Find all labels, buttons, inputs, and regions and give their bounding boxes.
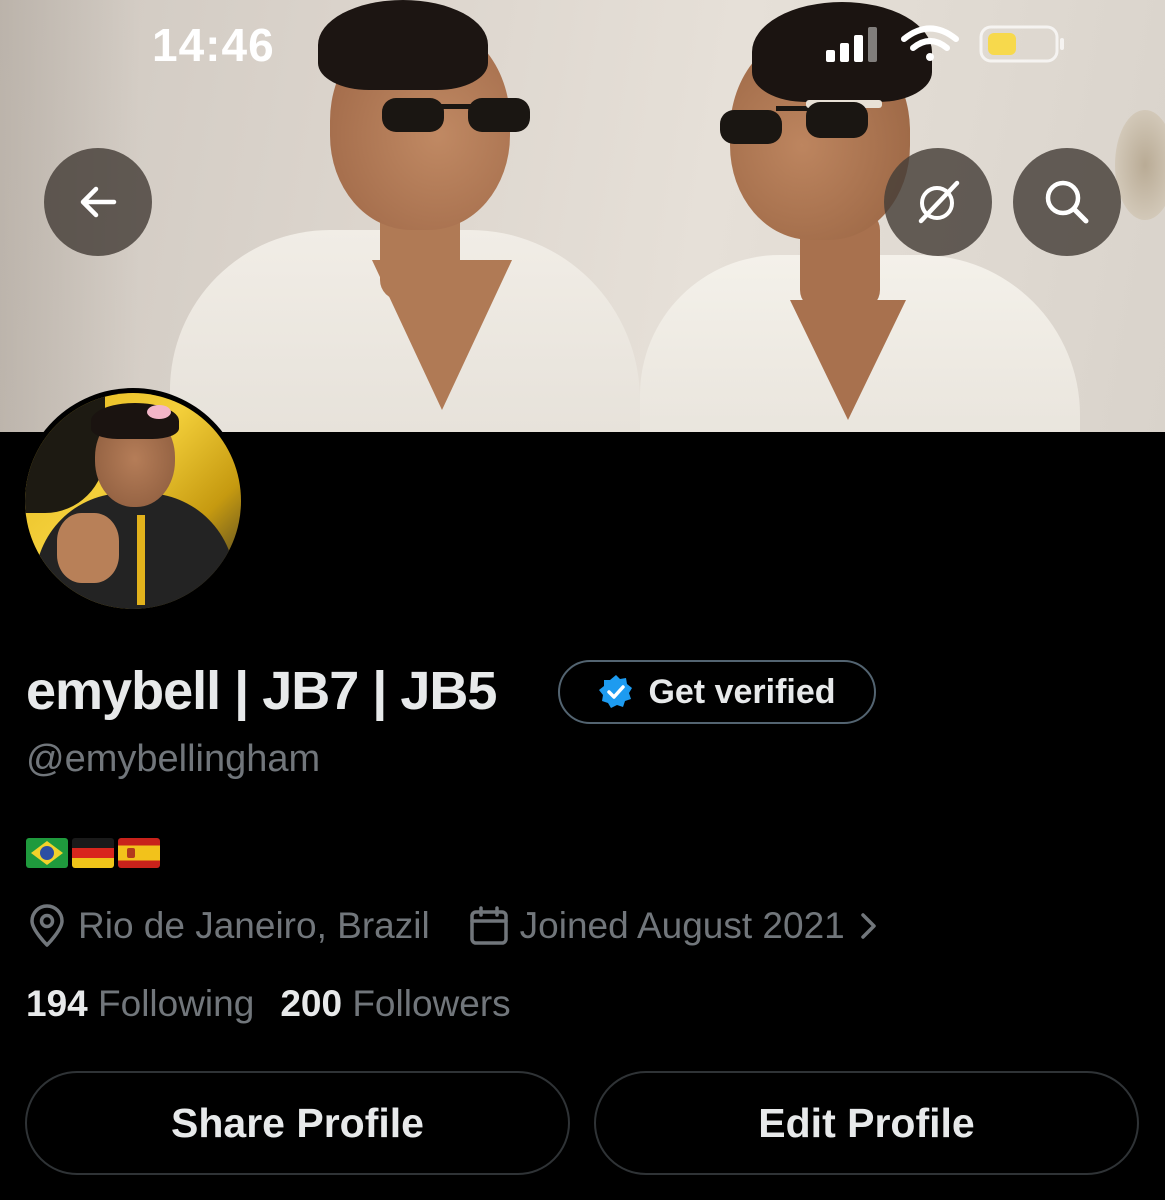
- chevron-right-icon: [860, 913, 876, 939]
- following-count: 194: [26, 983, 88, 1024]
- avatar-hair-bow: [147, 405, 171, 419]
- grok-button[interactable]: [884, 148, 992, 256]
- share-profile-button[interactable]: Share Profile: [25, 1071, 570, 1175]
- bio: [26, 838, 160, 868]
- grok-icon: [918, 180, 960, 224]
- calendar-icon: [469, 906, 508, 945]
- edit-profile-button[interactable]: Edit Profile: [594, 1071, 1139, 1175]
- following-link[interactable]: 194 Following: [26, 983, 254, 1025]
- get-verified-label: Get verified: [648, 672, 836, 711]
- avatar-bg-dark: [25, 393, 105, 513]
- followers-link[interactable]: 200 Followers: [280, 983, 510, 1025]
- following-label: Following: [98, 983, 255, 1024]
- battery-icon: [979, 25, 1064, 63]
- search-button[interactable]: [1013, 148, 1121, 256]
- username-handle: @emybellingham: [26, 738, 321, 780]
- followers-label: Followers: [352, 983, 511, 1024]
- follow-stats: 194 Following 200 Followers: [26, 983, 511, 1025]
- search-icon: [1045, 180, 1089, 224]
- profile-meta: Rio de Janeiro, Brazil Joined August 202…: [26, 900, 881, 952]
- cellular-signal-icon: [826, 27, 877, 62]
- profile-avatar[interactable]: [20, 388, 246, 614]
- brazil-flag-icon: [26, 838, 68, 868]
- arrow-left-icon: [80, 186, 117, 218]
- location-text: Rio de Janeiro, Brazil: [78, 905, 430, 946]
- banner-person-right-glasses: [720, 100, 882, 144]
- banner-person-left-hair: [318, 0, 488, 90]
- germany-flag-icon: [72, 838, 114, 868]
- followers-count: 200: [280, 983, 343, 1024]
- joined-text: Joined August 2021: [519, 905, 845, 946]
- display-name: emybell | JB7 | JB5: [26, 661, 497, 721]
- avatar-image: [25, 393, 241, 609]
- banner-person-right-collar: [790, 300, 906, 420]
- verified-badge-icon: [599, 675, 633, 708]
- joined-date[interactable]: Joined August 2021: [468, 905, 881, 947]
- back-button[interactable]: [44, 148, 152, 256]
- status-bar-icons: [826, 25, 1064, 63]
- wifi-icon: [901, 25, 959, 61]
- avatar-jacket-stripe: [137, 515, 145, 605]
- avatar-hands: [57, 513, 119, 583]
- status-bar-time: 14:46: [152, 19, 275, 71]
- location-pin-icon: [30, 904, 64, 947]
- banner-person-left-glasses: [382, 98, 530, 132]
- banner-person-left-collar: [372, 260, 512, 410]
- spain-flag-icon: [118, 838, 160, 868]
- location: Rio de Janeiro, Brazil: [26, 904, 430, 948]
- get-verified-button[interactable]: Get verified: [558, 660, 876, 724]
- banner-plant: [1115, 110, 1165, 220]
